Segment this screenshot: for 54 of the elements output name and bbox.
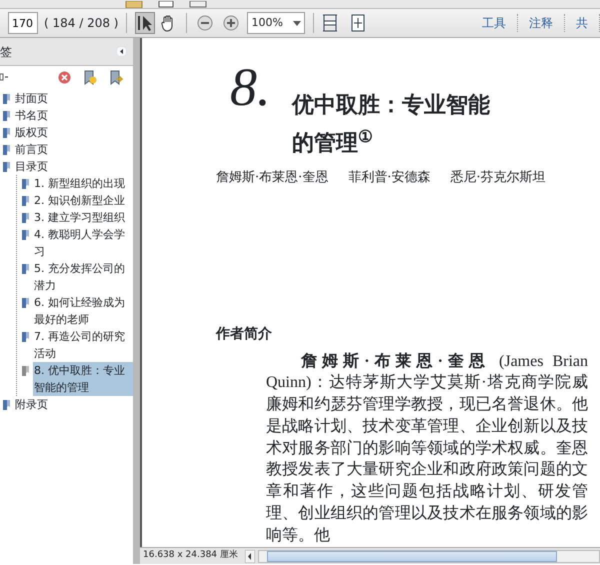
- bookmark-icon: [21, 212, 30, 224]
- bookmark-item[interactable]: 7. 再造公司的研究活动: [33, 328, 133, 362]
- author-name: 菲利普·安德森: [348, 168, 430, 187]
- bookmark-icon: [21, 178, 30, 190]
- fit-width-icon[interactable]: [350, 14, 366, 32]
- select-tool-button[interactable]: [135, 12, 156, 34]
- bookmark-item[interactable]: 3. 建立学习型组织: [33, 209, 126, 226]
- bookmark-item[interactable]: 附录页: [14, 396, 49, 413]
- bookmark-icon: [21, 195, 30, 207]
- bookmark-icon: [2, 144, 11, 156]
- bookmark-icon: [21, 297, 30, 309]
- new-bookmark-icon[interactable]: [83, 70, 97, 84]
- caret-icon: [293, 20, 302, 26]
- author-name: 悉尼·芬克尔斯坦: [450, 169, 546, 187]
- chapter-title-line: 优中取胜：专业智能: [292, 91, 490, 120]
- toolbar-link[interactable]: 共: [565, 14, 600, 32]
- zoom-dropdown[interactable]: 100%: [247, 12, 306, 34]
- scrollbar-thumb[interactable]: [267, 550, 557, 562]
- panel-title: 签: [0, 44, 12, 60]
- bookmark-icon: [21, 229, 30, 241]
- bookmark-item[interactable]: 8. 优中取胜：专业智能的管理: [33, 362, 133, 396]
- toolbar-link[interactable]: 注释: [518, 14, 565, 32]
- bookmark-icon: [2, 127, 11, 139]
- bookmark-icon: [2, 93, 11, 105]
- bookmark-arrow-icon[interactable]: [109, 70, 123, 84]
- page-number-field[interactable]: 170: [8, 12, 38, 34]
- bookmark-item[interactable]: 2. 知识创新型企业: [33, 192, 126, 209]
- bookmark-item[interactable]: 书名页: [14, 107, 49, 124]
- bookmark-item[interactable]: 1. 新型组织的出现: [33, 175, 126, 192]
- bookmark-item[interactable]: 6. 如何让经验成为最好的老师: [33, 294, 133, 328]
- bookmark-item[interactable]: 封面页: [14, 90, 49, 107]
- bookmark-item[interactable]: 4. 教聪明人学会学习: [33, 226, 133, 260]
- chapter-title-line: 的管理$^{①}$: [292, 126, 374, 158]
- bookmark-icon: [21, 263, 30, 275]
- options-icon[interactable]: [0, 73, 8, 81]
- bookmark-icon: [21, 365, 30, 377]
- page-count: ( 184 / 208 ): [44, 15, 118, 32]
- scroll-left-icon[interactable]: [245, 550, 255, 562]
- bookmark-icon: [2, 161, 11, 173]
- section-heading: 作者简介: [214, 324, 273, 344]
- bookmark-icon: [21, 331, 30, 343]
- delete-icon[interactable]: [58, 70, 71, 84]
- bookmark-icon: [2, 399, 11, 411]
- bookmark-item[interactable]: 前言页: [14, 141, 49, 158]
- author-name: 詹姆斯·布莱恩·奎恩: [216, 169, 328, 187]
- toolbar-link[interactable]: 工具: [471, 14, 518, 32]
- fit-page-icon[interactable]: [322, 14, 338, 32]
- bookmark-item[interactable]: 目录页: [14, 158, 49, 175]
- bookmark-item[interactable]: 版权页: [14, 124, 49, 141]
- chapter-number: 8.: [230, 60, 272, 119]
- body-paragraph: 詹姆斯·布莱恩·奎恩 (James Brian Quinn)：达特茅斯大学艾莫斯·塔克商学院威廉姆和约瑟芬管理学教授，现已名誉退休。他是战略计划、技术变革管理、企业创新以及技术对服务部门的影响等领域的学术权威。奎恩教授发表了大量研究企业和政府政策问题的文章和著作，这些问题包括战略计划、研发管理、创业组织的管理以及技术在服务领域的影响等。他: [266, 352, 588, 546]
- bookmark-icon: [2, 110, 11, 122]
- page-size: 16.638 x 24.384 厘米: [142, 549, 239, 562]
- bookmark-item[interactable]: 5. 充分发挥公司的潜力: [33, 260, 133, 294]
